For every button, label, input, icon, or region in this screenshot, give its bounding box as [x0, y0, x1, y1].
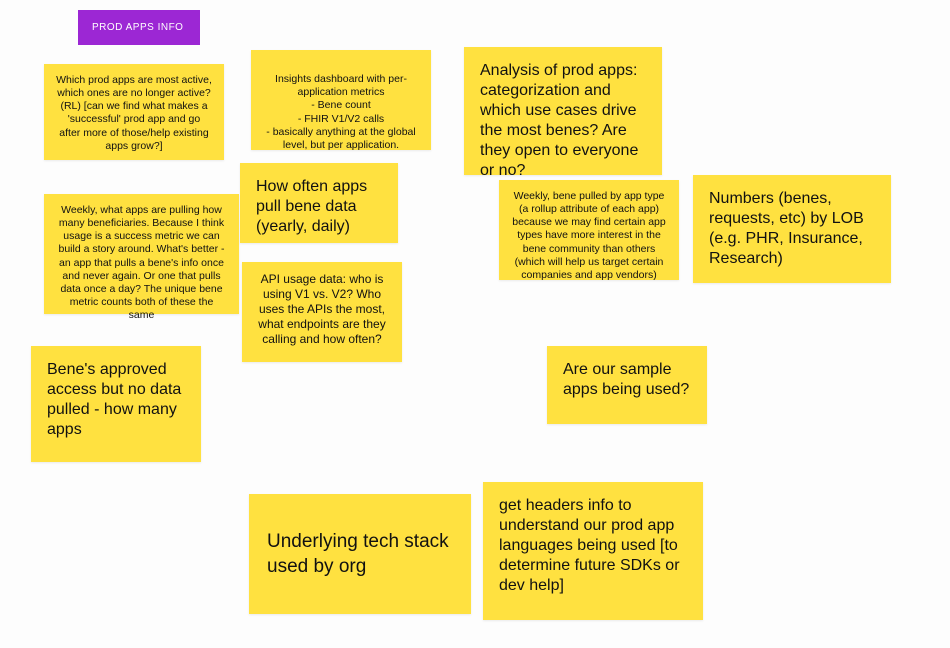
note-text: Bene's approved access but no data pulle… [47, 361, 181, 438]
note-text: Numbers (benes, requests, etc) by LOB (e… [709, 190, 864, 267]
note-text: How often apps pull bene data (yearly, d… [256, 178, 367, 235]
sticky-note[interactable]: Bene's approved access but no data pulle… [31, 346, 201, 462]
sticky-note[interactable]: Analysis of prod apps: categorization an… [464, 47, 662, 175]
header-tab-label: PROD APPS INFO [92, 22, 183, 33]
header-tab: PROD APPS INFO [78, 10, 200, 45]
sticky-note[interactable]: Underlying tech stack used by org [249, 494, 471, 614]
sticky-note[interactable]: API usage data: who is using V1 vs. V2? … [242, 262, 402, 362]
sticky-note[interactable]: Which prod apps are most active, which o… [44, 64, 224, 160]
note-text: Weekly, bene pulled by app type (a rollu… [512, 190, 666, 281]
sticky-note[interactable]: Weekly, what apps are pulling how many b… [44, 194, 239, 314]
sticky-note[interactable]: Are our sample apps being used? [547, 346, 707, 424]
sticky-note[interactable]: Numbers (benes, requests, etc) by LOB (e… [693, 175, 891, 283]
sticky-note[interactable]: get headers info to understand our prod … [483, 482, 703, 620]
sticky-note[interactable]: How often apps pull bene data (yearly, d… [240, 163, 398, 243]
note-text: Are our sample apps being used? [563, 361, 689, 398]
note-text: Insights dashboard with per-application … [266, 73, 415, 151]
note-text: Analysis of prod apps: categorization an… [480, 62, 638, 179]
note-text: Weekly, what apps are pulling how many b… [58, 204, 224, 321]
sticky-note[interactable]: Insights dashboard with per-application … [251, 50, 431, 150]
sticky-note[interactable]: Weekly, bene pulled by app type (a rollu… [499, 180, 679, 280]
note-text: API usage data: who is using V1 vs. V2? … [258, 272, 385, 346]
note-text: Which prod apps are most active, which o… [56, 74, 212, 152]
note-text: get headers info to understand our prod … [499, 497, 680, 594]
note-text: Underlying tech stack used by org [267, 531, 449, 577]
